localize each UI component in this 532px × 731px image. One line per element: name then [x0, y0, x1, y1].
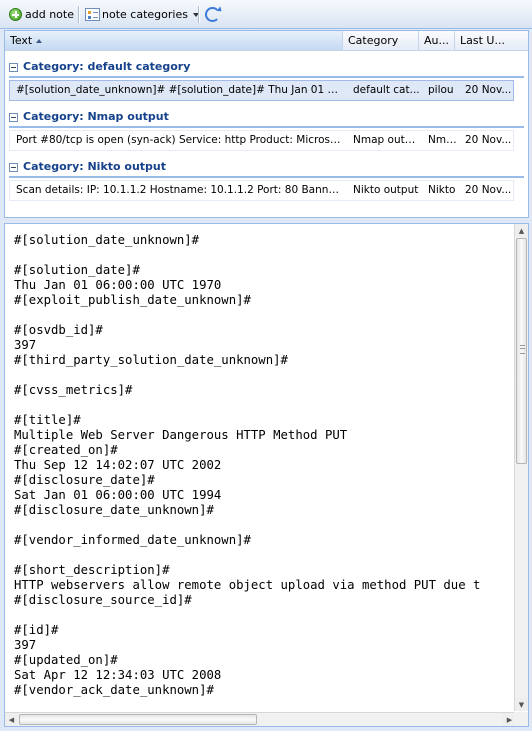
note-line: #[created_on]# — [14, 443, 118, 457]
cell-category: default cat... — [353, 84, 420, 96]
scroll-down-icon[interactable]: ▼ — [515, 698, 528, 711]
note-line: Sat Jan 01 06:00:00 UTC 1994 — [14, 488, 222, 502]
cell-author: Nikto — [428, 184, 456, 196]
vertical-scroll-thumb[interactable] — [516, 238, 527, 464]
cell-category: Nmap output — [353, 134, 421, 146]
note-line: Multiple Web Server Dangerous HTTP Metho… — [14, 428, 348, 442]
group-divider — [9, 76, 524, 78]
note-content[interactable]: #[solution_date_unknown]# #[solution_dat… — [14, 233, 514, 711]
toolbar-separator — [78, 6, 80, 23]
scrollbar-corner — [514, 712, 528, 726]
add-note-button[interactable]: add note — [9, 4, 74, 25]
collapse-icon[interactable] — [9, 162, 18, 172]
cell-last-updated: 20 Nov... — [465, 184, 512, 196]
add-icon — [9, 8, 22, 21]
group-header-nikto-output[interactable]: Category: Nikto output — [5, 159, 528, 179]
note-line — [14, 518, 514, 533]
sort-asc-icon — [36, 39, 43, 43]
note-line: #[disclosure_date]# — [14, 473, 155, 487]
note-line: #[exploit_publish_date_unknown]# — [14, 293, 251, 307]
cell-last-updated: 20 Nov... — [465, 134, 512, 146]
cell-text: #[solution_date_unknown]# #[solution_dat… — [16, 84, 344, 96]
note-line: #[solution_date]# — [14, 263, 140, 277]
group-header-nmap-output[interactable]: Category: Nmap output — [5, 109, 528, 129]
note-line: Thu Jan 01 06:00:00 UTC 1970 — [14, 278, 222, 292]
grip-icon — [520, 345, 525, 354]
column-header-text[interactable]: Text — [5, 31, 343, 50]
horizontal-scroll-thumb[interactable] — [19, 714, 257, 725]
group-title: Category: Nikto output — [23, 160, 167, 173]
column-header-last-updated[interactable]: Last U... — [455, 31, 528, 50]
column-header-author[interactable]: Au... — [419, 31, 455, 50]
scroll-left-icon[interactable]: ◀ — [5, 713, 18, 726]
note-viewer: #[solution_date_unknown]# #[solution_dat… — [4, 223, 529, 727]
table-row[interactable]: Port #80/tcp is open (syn-ack) Service: … — [9, 130, 514, 151]
group-title: Category: Nmap output — [23, 110, 169, 123]
cell-category: Nikto output — [353, 184, 419, 196]
refresh-icon — [205, 7, 220, 22]
column-header-category[interactable]: Category — [343, 31, 419, 50]
note-line: #[disclosure_source_id]# — [14, 593, 192, 607]
note-line — [14, 608, 514, 623]
group-divider — [9, 176, 524, 178]
note-line — [14, 248, 514, 263]
scroll-up-icon[interactable]: ▲ — [515, 224, 528, 237]
cell-author: pilou — [428, 84, 454, 96]
collapse-icon[interactable] — [9, 112, 18, 122]
note-line: Thu Sep 12 14:02:07 UTC 2002 — [14, 458, 222, 472]
cell-last-updated: 20 Nov... — [465, 84, 512, 96]
add-note-label: add note — [25, 8, 74, 21]
toolbar-separator — [198, 6, 200, 23]
note-line — [14, 548, 514, 563]
toolbar: add note note categories — [0, 0, 532, 29]
table-row[interactable]: #[solution_date_unknown]# #[solution_dat… — [9, 80, 514, 101]
note-categories-button[interactable]: note categories — [85, 4, 199, 25]
notes-grid: Text Category Au... Last U... Category: … — [4, 30, 529, 218]
note-line: HTTP webservers allow remote object uplo… — [14, 578, 481, 592]
note-line: 397 — [14, 638, 37, 652]
note-line — [14, 308, 514, 323]
vertical-scrollbar[interactable]: ▲ ▼ — [514, 224, 528, 711]
note-line: 397 — [14, 338, 37, 352]
note-line: Sat Apr 12 12:34:03 UTC 2008 — [14, 668, 222, 682]
note-line: #[vendor_ack_date_unknown]# — [14, 683, 214, 697]
note-line: #[cvss_metrics]# — [14, 383, 133, 397]
note-line: #[short_description]# — [14, 563, 170, 577]
note-line: #[osvdb_id]# — [14, 323, 103, 337]
note-categories-label: note categories — [102, 8, 188, 21]
note-line: #[vendor_informed_date_unknown]# — [14, 533, 251, 547]
note-line: #[disclosure_date_unknown]# — [14, 503, 214, 517]
categories-icon — [85, 8, 100, 21]
cell-text: Port #80/tcp is open (syn-ack) Service: … — [16, 134, 344, 146]
group-divider — [9, 126, 524, 128]
horizontal-scrollbar[interactable]: ◀ ▶ — [5, 712, 516, 726]
note-line — [14, 368, 514, 383]
collapse-icon[interactable] — [9, 62, 18, 72]
table-row[interactable]: Scan details: IP: 10.1.1.2 Hostname: 10.… — [9, 180, 514, 201]
note-line: #[updated_on]# — [14, 653, 118, 667]
group-title: Category: default category — [23, 60, 191, 73]
note-line: #[solution_date_unknown]# — [14, 233, 200, 247]
refresh-button[interactable] — [205, 4, 220, 25]
cell-text: Scan details: IP: 10.1.1.2 Hostname: 10.… — [16, 184, 344, 196]
group-header-default-category[interactable]: Category: default category — [5, 59, 528, 79]
note-line: #[third_party_solution_date_unknown]# — [14, 353, 288, 367]
note-line: #[id]# — [14, 623, 59, 637]
grid-header: Text Category Au... Last U... — [5, 31, 528, 51]
cell-author: Nmap — [428, 134, 458, 146]
note-line: #[title]# — [14, 413, 81, 427]
note-line — [14, 398, 514, 413]
